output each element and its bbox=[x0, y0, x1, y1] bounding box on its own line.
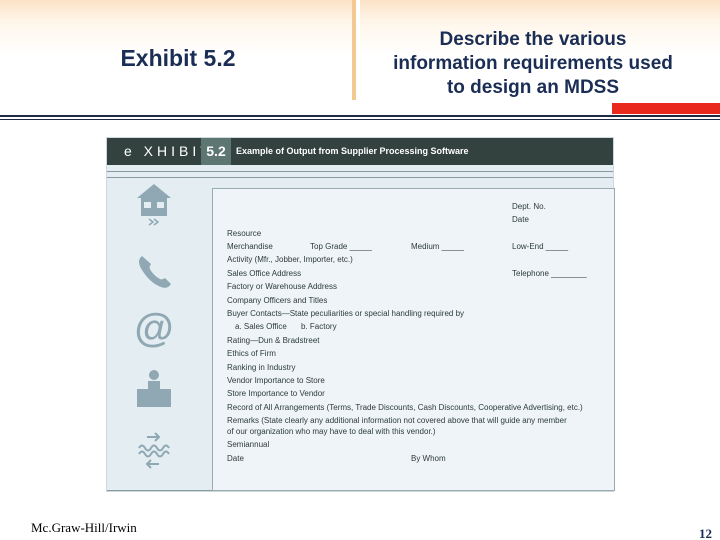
rating-label: Rating—Dun & Bradstreet bbox=[227, 336, 320, 345]
record-arrangements-label: Record of All Arrangements (Terms, Trade… bbox=[227, 403, 583, 412]
exhibit-figure: e XHIBIT 5.2 Example of Output from Supp… bbox=[106, 137, 615, 492]
remarks-line-2: of our organization who may have to deal… bbox=[227, 427, 436, 436]
publisher-credit: Mc.Graw-Hill/Irwin bbox=[31, 520, 137, 535]
by-whom-label: By Whom bbox=[411, 454, 446, 463]
objective-line-3: to design an MDSS bbox=[446, 77, 620, 98]
date-bottom-label: Date bbox=[227, 454, 244, 463]
company-officers-label: Company Officers and Titles bbox=[227, 296, 328, 305]
store-importance-label: Store Importance to Vendor bbox=[227, 389, 325, 398]
factory-address-label: Factory or Warehouse Address bbox=[227, 282, 337, 291]
ethics-label: Ethics of Firm bbox=[227, 349, 276, 358]
dept-no-label: Dept. No. bbox=[512, 202, 546, 211]
sales-office-sub-label: a. Sales Office bbox=[235, 322, 287, 331]
telephone-label: Telephone ________ bbox=[512, 269, 587, 278]
header-divider-thin bbox=[0, 119, 720, 120]
exhibit-logo: e XHIBIT bbox=[124, 143, 213, 159]
slide-objective: Describe the various information require… bbox=[370, 28, 696, 100]
ranking-label: Ranking in Industry bbox=[227, 363, 296, 372]
exhibit-header-bar: e XHIBIT 5.2 Example of Output from Supp… bbox=[107, 138, 613, 165]
activity-label: Activity (Mfr., Jobber, Importer, etc.) bbox=[227, 255, 353, 264]
merchandise-label: Merchandise bbox=[227, 242, 273, 251]
semiannual-label: Semiannual bbox=[227, 440, 270, 449]
factory-sub-label: b. Factory bbox=[301, 322, 337, 331]
buyer-contacts-label: Buyer Contacts—State peculiarities or sp… bbox=[227, 309, 465, 318]
exhibit-rule-top bbox=[107, 171, 613, 172]
exhibit-caption: Example of Output from Supplier Processi… bbox=[236, 146, 469, 156]
supplier-form: Dept. No. Date Resource Merchandise Top … bbox=[212, 188, 615, 491]
objective-line-1: Describe the various bbox=[439, 29, 627, 50]
page-number: 12 bbox=[699, 526, 712, 540]
exhibit-rule-second bbox=[107, 177, 613, 178]
at-sign-icon: @ bbox=[134, 306, 174, 350]
header-divider bbox=[0, 115, 720, 117]
vendor-importance-label: Vendor Importance to Store bbox=[227, 376, 325, 385]
top-grade-label: Top Grade _____ bbox=[310, 242, 372, 251]
objective-line-2: information requirements used bbox=[393, 53, 673, 74]
medium-label: Medium _____ bbox=[411, 242, 464, 251]
low-end-label: Low-End _____ bbox=[512, 242, 569, 251]
exhibit-number: 5.2 bbox=[206, 143, 226, 159]
person-at-desk-icon bbox=[135, 370, 173, 408]
phone-icon bbox=[135, 252, 173, 290]
exchange-arrows-icon bbox=[135, 432, 173, 470]
house-icon bbox=[135, 184, 173, 226]
remarks-line-1: Remarks (State clearly any additional in… bbox=[227, 416, 567, 425]
accent-bar bbox=[612, 103, 720, 114]
sales-office-address-label: Sales Office Address bbox=[227, 269, 302, 278]
slide-title: Exhibit 5.2 bbox=[120, 45, 236, 71]
date-top-label: Date bbox=[512, 215, 529, 224]
resource-label: Resource bbox=[227, 229, 262, 238]
